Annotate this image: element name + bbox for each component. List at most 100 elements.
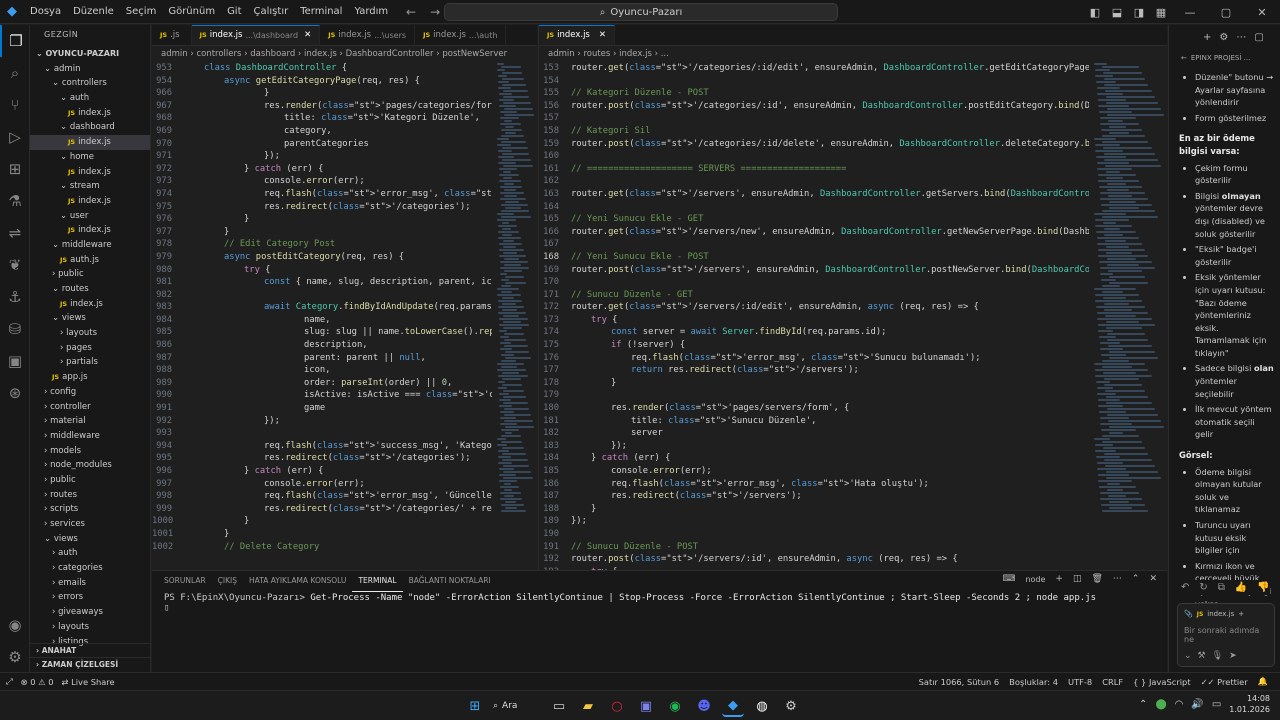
code-line[interactable]: 983 await Category.findByIdAndUpdate(req.… bbox=[152, 301, 492, 314]
code-line[interactable]: 181 title: class="st">'Sunucu Düzenle', bbox=[539, 415, 1089, 428]
close-panel-icon[interactable]: ✕ bbox=[1149, 574, 1157, 584]
discord-icon[interactable]: ☻ bbox=[693, 695, 715, 717]
folder-item[interactable]: › config bbox=[30, 385, 150, 400]
folder-item[interactable]: › pages bbox=[30, 341, 150, 356]
search-icon[interactable]: ⌕ bbox=[0, 57, 30, 89]
folder-item[interactable]: › scripts bbox=[30, 502, 150, 517]
mode-dropdown-icon[interactable]: ⌄ bbox=[1184, 651, 1192, 661]
folder-item[interactable]: ⌄ auth bbox=[30, 91, 150, 106]
editor-tab[interactable]: JS index.js ...\dashboard ✕ bbox=[191, 25, 321, 45]
folder-item[interactable]: › models bbox=[30, 444, 150, 459]
notifications-bell-icon[interactable]: 🔔 bbox=[1258, 676, 1268, 687]
code-line[interactable]: 981 const { name, slug, description, pare… bbox=[152, 276, 492, 289]
code-line[interactable]: 185 console.error(err); bbox=[539, 465, 1089, 478]
menu-item[interactable]: Düzenle bbox=[67, 0, 120, 24]
indentation[interactable]: Boşluklar: 4 bbox=[1009, 677, 1058, 687]
folder-item[interactable]: ⌄ dashboard bbox=[30, 120, 150, 135]
code-line[interactable]: 188} bbox=[539, 503, 1089, 516]
tools-icon[interactable]: ⚒ bbox=[1198, 651, 1206, 661]
run-debug-icon[interactable]: ▷ bbox=[0, 121, 30, 153]
code-line[interactable]: 972} catch (err) { bbox=[152, 163, 492, 176]
code-line[interactable]: 177 return res.redirect(class="st">'/serv… bbox=[539, 364, 1089, 377]
code-line[interactable]: 180 res.render(class="st">'pages/servers/… bbox=[539, 402, 1089, 415]
code-line[interactable]: 170 bbox=[539, 276, 1089, 289]
folder-item[interactable]: › auth bbox=[30, 546, 150, 561]
new-chat-icon[interactable]: + bbox=[1203, 32, 1211, 43]
folder-item[interactable]: ⌄ views bbox=[30, 532, 150, 547]
code-line[interactable]: 995 res.redirect(class="st">'/categories'… bbox=[152, 452, 492, 465]
maximize-panel-icon[interactable]: ⌃ bbox=[1132, 574, 1140, 584]
folder-item[interactable]: ⌄ user bbox=[30, 209, 150, 224]
code-line[interactable]: 967 res.render(class="st">'pages/categori… bbox=[152, 100, 492, 113]
folder-item[interactable]: ⌄ stream bbox=[30, 179, 150, 194]
send-icon[interactable]: ➤ bbox=[1229, 651, 1237, 661]
battery-icon[interactable]: ▭ bbox=[1212, 699, 1221, 710]
code-line[interactable]: 969 category, bbox=[152, 125, 492, 138]
code-line[interactable]: 157 bbox=[539, 112, 1089, 125]
code-line[interactable]: 978 // Edit Category Post bbox=[152, 238, 492, 251]
code-editor-right[interactable]: 153 router.get(class="st">'/categories/:i… bbox=[539, 62, 1089, 570]
code-line[interactable]: 987 parent: parent || null, bbox=[152, 352, 492, 365]
editor-tab[interactable]: JS index.js ...\users bbox=[320, 25, 416, 45]
code-line[interactable]: 975 res.redirect(class="st">'/categories'… bbox=[152, 201, 492, 214]
line-endings[interactable]: CRLF bbox=[1102, 677, 1123, 687]
code-line[interactable]: 1000} bbox=[152, 515, 492, 528]
code-line[interactable]: 161 // ==================== SERVERS =====… bbox=[539, 163, 1089, 176]
kill-terminal-icon[interactable]: 🗑 bbox=[1091, 574, 1102, 584]
code-line[interactable]: 160 bbox=[539, 150, 1089, 163]
code-line[interactable]: 176 req.flash(class="st">'error_msg', cla… bbox=[539, 352, 1089, 365]
menu-item[interactable]: Çalıştır bbox=[248, 0, 295, 24]
code-line[interactable]: 982 bbox=[152, 289, 492, 302]
folder-item[interactable]: › public bbox=[30, 267, 150, 282]
code-line[interactable]: 993 bbox=[152, 427, 492, 440]
testing-icon[interactable]: ⚗ bbox=[0, 185, 30, 217]
code-line[interactable]: 1002 // Delete Category bbox=[152, 541, 492, 554]
breadcrumb-item[interactable]: ... bbox=[661, 49, 669, 59]
file-explorer-icon[interactable]: ▰ bbox=[577, 695, 599, 717]
code-line[interactable]: 968 title: class="st">'Kategori Düzenle', bbox=[152, 112, 492, 125]
code-line[interactable]: 159 router.post(class="st">'/categories/:… bbox=[539, 138, 1089, 151]
code-line[interactable]: 171 // Sunucu Düzenle - GET bbox=[539, 289, 1089, 302]
folder-item[interactable]: › layouts bbox=[30, 326, 150, 341]
file-item[interactable]: JS index.js bbox=[30, 223, 150, 238]
code-line[interactable]: 173 try { bbox=[539, 314, 1089, 327]
remote-indicator-icon[interactable]: ⤢ bbox=[6, 676, 13, 687]
file-item[interactable]: JS app.js bbox=[30, 370, 150, 385]
spotify-icon[interactable]: ◉ bbox=[664, 695, 686, 717]
breadcrumb-item[interactable]: dashboard bbox=[250, 49, 295, 59]
code-line[interactable]: 1001} bbox=[152, 528, 492, 541]
folder-item[interactable]: ⌄ views bbox=[30, 311, 150, 326]
folder-item[interactable]: › middleware bbox=[30, 429, 150, 444]
retry-icon[interactable]: ↻ bbox=[1199, 582, 1207, 593]
folder-item[interactable]: › material bbox=[30, 414, 150, 429]
close-tab-icon[interactable]: ✕ bbox=[304, 25, 311, 45]
add-context-icon[interactable]: + bbox=[1238, 610, 1244, 618]
folder-item[interactable]: ⌄ routes bbox=[30, 282, 150, 297]
database-icon[interactable]: ⛁ bbox=[0, 313, 30, 345]
microphone-icon[interactable]: 🎙 bbox=[1212, 651, 1223, 661]
close-window-button[interactable]: ✕ bbox=[1244, 6, 1280, 19]
panel-tab[interactable]: SORUNLAR bbox=[158, 571, 212, 591]
folder-item[interactable]: › giveaways bbox=[30, 605, 150, 620]
code-line[interactable]: 970 parentCategories bbox=[152, 138, 492, 151]
code-line[interactable]: 997 console.error(err); bbox=[152, 478, 492, 491]
steam-icon[interactable]: ⚙ bbox=[780, 695, 802, 717]
menu-item[interactable]: Dosya bbox=[24, 0, 67, 24]
code-line[interactable]: 153 router.get(class="st">'/categories/:i… bbox=[539, 62, 1089, 75]
code-line[interactable]: 986 description, bbox=[152, 339, 492, 352]
code-line[interactable]: 996} catch (err) { bbox=[152, 465, 492, 478]
panel-tab[interactable]: TERMINAL bbox=[352, 571, 403, 592]
volume-icon[interactable]: 🔊 bbox=[1191, 699, 1203, 710]
live-share-button[interactable]: ⇄ Live Share bbox=[62, 677, 115, 687]
code-line[interactable]: 974 req.flash(class="st">'error_msg', cla… bbox=[152, 188, 492, 201]
folder-item[interactable]: › services bbox=[30, 517, 150, 532]
code-line[interactable]: 999 res.redirect(class="st">'/categories/… bbox=[152, 503, 492, 516]
command-center-search[interactable]: ⌕ Oyuncu-Pazarı bbox=[444, 3, 838, 21]
folder-item[interactable]: › partials bbox=[30, 355, 150, 370]
task-view-icon[interactable]: ▭ bbox=[548, 695, 570, 717]
github-icon[interactable]: ⊛ bbox=[0, 377, 30, 409]
explorer-icon[interactable]: ❐ bbox=[0, 25, 30, 57]
file-item[interactable]: JS auth.js bbox=[30, 253, 150, 268]
minimize-button[interactable]: — bbox=[1172, 6, 1208, 19]
code-line[interactable]: 187 res.redirect(class="st">'/servers'); bbox=[539, 490, 1089, 503]
